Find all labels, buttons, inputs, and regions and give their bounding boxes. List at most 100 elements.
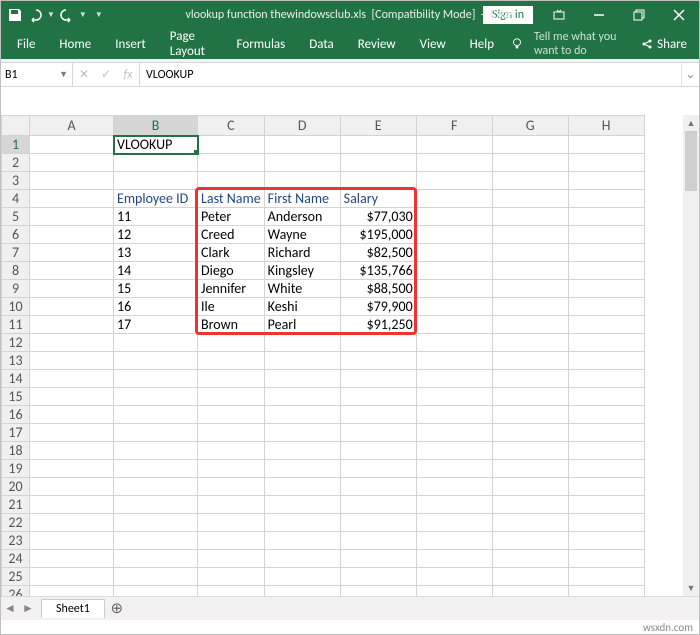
row-header-14[interactable]: 14 [2, 370, 30, 388]
cell-A21[interactable] [30, 496, 114, 514]
cell-G8[interactable] [492, 262, 568, 280]
cell-B5[interactable]: 11 [114, 208, 198, 226]
cell-H15[interactable] [568, 388, 644, 406]
cell-B9[interactable]: 15 [114, 280, 198, 298]
cell-G22[interactable] [492, 514, 568, 532]
cell-E12[interactable] [340, 334, 416, 352]
cell-D10[interactable]: Keshi [264, 298, 340, 316]
tab-page-layout[interactable]: Page Layout [158, 23, 225, 65]
cell-H7[interactable] [568, 244, 644, 262]
cell-D3[interactable] [264, 172, 340, 190]
cell-C25[interactable] [198, 568, 265, 586]
name-box-dropdown-icon[interactable]: ▼ [59, 69, 68, 80]
column-header-G[interactable]: G [492, 116, 568, 136]
cell-G14[interactable] [492, 370, 568, 388]
cell-A5[interactable] [30, 208, 114, 226]
formula-bar-expand-icon[interactable]: ⌄ [681, 63, 699, 86]
cell-F15[interactable] [416, 388, 492, 406]
insert-function-icon[interactable]: fx [117, 68, 139, 82]
cell-D15[interactable] [264, 388, 340, 406]
cell-C5[interactable]: Peter [198, 208, 265, 226]
row-header-22[interactable]: 22 [2, 514, 30, 532]
cell-H20[interactable] [568, 478, 644, 496]
cell-B2[interactable] [114, 154, 198, 172]
close-button[interactable] [659, 1, 699, 29]
cell-F7[interactable] [416, 244, 492, 262]
cell-B19[interactable] [114, 460, 198, 478]
cell-H3[interactable] [568, 172, 644, 190]
cell-E5[interactable]: $77,030 [340, 208, 416, 226]
cell-B23[interactable] [114, 532, 198, 550]
formula-bar[interactable]: VLOOKUP [140, 63, 681, 86]
cell-B20[interactable] [114, 478, 198, 496]
cell-A6[interactable] [30, 226, 114, 244]
enter-formula-icon[interactable]: ✓ [95, 67, 117, 82]
cell-C12[interactable] [198, 334, 265, 352]
row-header-21[interactable]: 21 [2, 496, 30, 514]
cell-E8[interactable]: $135,766 [340, 262, 416, 280]
cell-B25[interactable] [114, 568, 198, 586]
cell-C6[interactable]: Creed [198, 226, 265, 244]
cell-F17[interactable] [416, 424, 492, 442]
cell-A3[interactable] [30, 172, 114, 190]
cell-F22[interactable] [416, 514, 492, 532]
cell-D1[interactable] [264, 136, 340, 154]
cell-H2[interactable] [568, 154, 644, 172]
cell-F16[interactable] [416, 406, 492, 424]
cell-D19[interactable] [264, 460, 340, 478]
row-header-3[interactable]: 3 [2, 172, 30, 190]
cell-D11[interactable]: Pearl [264, 316, 340, 334]
cell-B8[interactable]: 14 [114, 262, 198, 280]
cell-H9[interactable] [568, 280, 644, 298]
cell-F23[interactable] [416, 532, 492, 550]
cell-D4[interactable]: First Name [264, 190, 340, 208]
redo-icon[interactable] [59, 7, 75, 23]
cell-H25[interactable] [568, 568, 644, 586]
cell-F24[interactable] [416, 550, 492, 568]
cell-D20[interactable] [264, 478, 340, 496]
column-header-B[interactable]: B [114, 116, 198, 136]
cell-G24[interactable] [492, 550, 568, 568]
new-sheet-icon[interactable]: ⊕ [105, 599, 129, 618]
cell-A14[interactable] [30, 370, 114, 388]
cell-D24[interactable] [264, 550, 340, 568]
cell-D8[interactable]: Kingsley [264, 262, 340, 280]
qat-customize-icon[interactable]: ▼ [95, 10, 103, 20]
cell-A23[interactable] [30, 532, 114, 550]
cell-A8[interactable] [30, 262, 114, 280]
cell-H16[interactable] [568, 406, 644, 424]
cell-G11[interactable] [492, 316, 568, 334]
cell-D2[interactable] [264, 154, 340, 172]
cell-E7[interactable]: $82,500 [340, 244, 416, 262]
tell-me-bulb-icon[interactable] [510, 37, 524, 51]
cell-A24[interactable] [30, 550, 114, 568]
row-header-20[interactable]: 20 [2, 478, 30, 496]
cell-F8[interactable] [416, 262, 492, 280]
cell-G25[interactable] [492, 568, 568, 586]
cell-F5[interactable] [416, 208, 492, 226]
ribbon-display-options-icon[interactable] [539, 1, 579, 29]
row-header-19[interactable]: 19 [2, 460, 30, 478]
cell-C14[interactable] [198, 370, 265, 388]
cell-B4[interactable]: Employee ID [114, 190, 198, 208]
cell-F11[interactable] [416, 316, 492, 334]
tab-review[interactable]: Review [346, 31, 408, 58]
cell-G20[interactable] [492, 478, 568, 496]
cell-A19[interactable] [30, 460, 114, 478]
cell-F19[interactable] [416, 460, 492, 478]
row-header-7[interactable]: 7 [2, 244, 30, 262]
cell-F13[interactable] [416, 352, 492, 370]
cell-G13[interactable] [492, 352, 568, 370]
cell-F18[interactable] [416, 442, 492, 460]
cell-G12[interactable] [492, 334, 568, 352]
cell-F14[interactable] [416, 370, 492, 388]
cell-D9[interactable]: White [264, 280, 340, 298]
cell-C1[interactable] [198, 136, 265, 154]
tab-home[interactable]: Home [47, 31, 103, 58]
share-button[interactable]: Share [633, 37, 695, 52]
tell-me-input[interactable]: Tell me what you want to do [528, 30, 633, 58]
tab-help[interactable]: Help [458, 31, 506, 58]
cell-B15[interactable] [114, 388, 198, 406]
cell-G23[interactable] [492, 532, 568, 550]
cell-H19[interactable] [568, 460, 644, 478]
